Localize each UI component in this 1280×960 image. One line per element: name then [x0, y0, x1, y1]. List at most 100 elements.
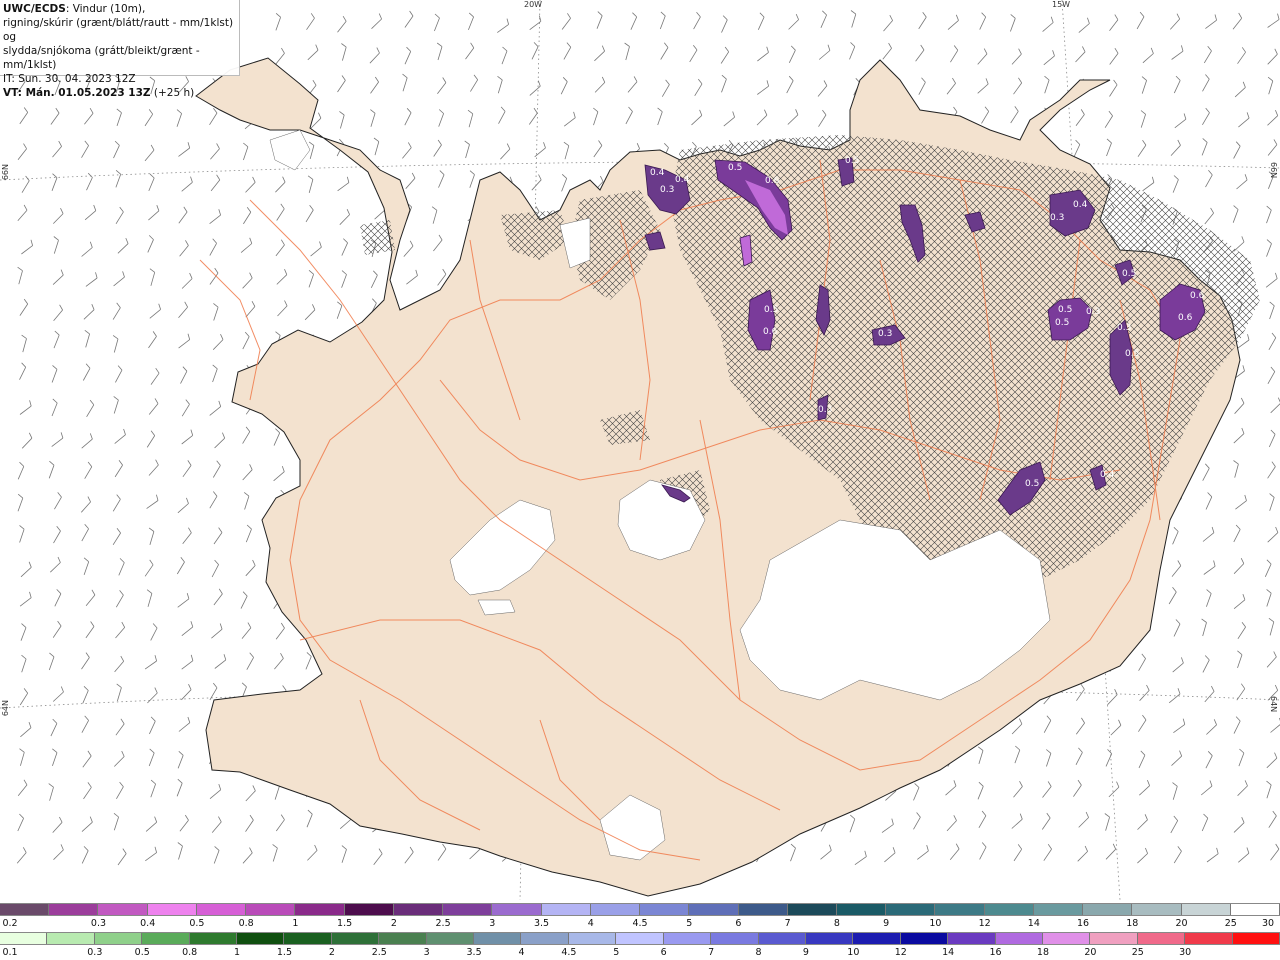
legend-swatch — [142, 933, 190, 944]
forecast-hour: (+25 h) — [150, 87, 195, 99]
legend-swatch — [541, 904, 591, 915]
legend-swatch — [47, 933, 95, 944]
legend-swatch — [189, 933, 238, 944]
legend-label: 1.5 — [276, 947, 292, 958]
legend-label: 2.5 — [371, 947, 387, 958]
legend-swatch — [984, 904, 1034, 915]
legend-label: 20 — [1175, 918, 1188, 929]
legend-swatch — [393, 904, 444, 915]
legend-label: 4 — [518, 947, 525, 958]
legend-swatch — [521, 933, 569, 944]
legend-swatch — [1232, 933, 1280, 944]
legend-swatch — [711, 933, 759, 944]
legend-swatch — [331, 933, 380, 944]
header-line-3: slydda/snjókoma (grátt/bleikt/grænt - mm… — [3, 45, 200, 71]
legend-label: 7 — [708, 947, 715, 958]
legend-label: 0.8 — [182, 947, 198, 958]
legend-label: 4.5 — [632, 918, 648, 929]
legend-label: 0.5 — [189, 918, 205, 929]
legend-swatch — [1083, 904, 1133, 915]
legend-label: 14 — [942, 947, 955, 958]
precip-value-label: 0.4 — [1100, 470, 1115, 480]
legend-label: 6 — [735, 918, 742, 929]
lat-label-66n-left: 66N — [1, 164, 10, 181]
precip-value-label: 0.3 — [818, 405, 832, 415]
legend-swatch — [443, 904, 493, 915]
model-name: UWC/ECDS — [3, 3, 66, 15]
legend-swatch — [344, 904, 394, 915]
legend-swatch — [295, 904, 345, 915]
legend-swatch — [1137, 933, 1186, 944]
legend-label: 30 — [1179, 947, 1192, 958]
legend-label: 0.8 — [238, 918, 254, 929]
precip-value-label: 0.6 — [763, 327, 778, 337]
lon-label-15w: 15W — [1052, 0, 1071, 9]
legend-label: 10 — [847, 947, 860, 958]
legend-label: 25 — [1131, 947, 1144, 958]
legend-swatch — [0, 904, 50, 915]
legend-label: 10 — [929, 918, 942, 929]
precip-value-label: 0.3 — [878, 329, 892, 339]
legend-swatch — [474, 933, 522, 944]
header-line-2: rigning/skúrir (grænt/blátt/rautt - mm/1… — [3, 17, 234, 43]
legend-label: 9 — [802, 947, 809, 958]
header-line-1: UWC/ECDS: Vindur (10m), — [3, 2, 236, 16]
precip-value-label: 0.5 — [845, 156, 859, 166]
legend-label: 8 — [755, 947, 762, 958]
precip-value-label: 0.3 — [660, 185, 674, 195]
legend-swatch — [284, 933, 332, 944]
valid-time: VT: Mán. 01.05.2023 13Z — [3, 87, 151, 99]
legend-swatch — [1042, 933, 1091, 944]
map-canvas: 0.50.40.60.30.40.50.50.60.30.5 0.30.60.50… — [0, 0, 1280, 900]
legend-label: 20 — [1084, 947, 1097, 958]
legend-swatch — [886, 904, 936, 915]
legend-label: 9 — [883, 918, 890, 929]
legend-swatch — [787, 904, 837, 915]
legend-swatch — [492, 904, 542, 915]
precip-value-label: 0.4 — [1073, 200, 1088, 210]
legend-swatch — [853, 933, 901, 944]
legend-swatch — [379, 933, 427, 944]
legend-label: 8 — [833, 918, 840, 929]
legend-label: 2.5 — [435, 918, 451, 929]
legend-label: 3 — [423, 947, 430, 958]
legend-label: 5 — [613, 947, 620, 958]
legend-swatch — [689, 904, 739, 915]
precip-value-label: 0.6 — [1190, 291, 1205, 301]
legend-label: 25 — [1224, 918, 1237, 929]
precip-value-label: 0.6 — [1178, 313, 1193, 323]
legend-rain-bar — [0, 932, 1280, 945]
legend-label: 16 — [1077, 918, 1090, 929]
legend-swatch — [590, 904, 641, 915]
legend-label: 1 — [234, 947, 241, 958]
legend-snow-labels: 0.2 0.3 0.4 0.5 0.8 1 1.5 2 2.5 3 3.5 4 4.5 5 6 7 8 9 10 12… — [0, 918, 1280, 930]
map-header: UWC/ECDS: Vindur (10m), rigning/skúrir (… — [0, 0, 240, 99]
precip-value-label: 0.4 — [650, 168, 665, 178]
precip-value-label: 0.6 — [765, 176, 780, 186]
precip-value-label: 0.3 — [1086, 307, 1100, 317]
precip-value-label: 0.4 — [675, 175, 690, 185]
legend-swatch — [1185, 933, 1233, 944]
legend-swatch — [836, 904, 887, 915]
legend-label: 1 — [292, 918, 299, 929]
legend-swatch — [196, 904, 247, 915]
legend-label: 0.1 — [2, 947, 18, 958]
legend-swatch — [1230, 904, 1280, 915]
legend-label: 16 — [989, 947, 1002, 958]
legend-swatch — [147, 904, 197, 915]
legend-swatch — [663, 933, 712, 944]
precip-value-label: 0.5 — [764, 305, 778, 315]
header-variable: : Vindur (10m), — [65, 3, 146, 15]
legend-label: 0.2 — [2, 918, 18, 929]
legend-swatch — [738, 904, 788, 915]
legend-swatch — [995, 933, 1043, 944]
legend-swatch — [935, 904, 985, 915]
legend-label: 5 — [686, 918, 693, 929]
legend-label: 12 — [978, 918, 991, 929]
legend-swatch — [1132, 904, 1182, 915]
legend-swatch — [758, 933, 806, 944]
lon-label-20w: 20W — [524, 0, 543, 9]
header-valid-time: VT: Mán. 01.05.2023 13Z (+25 h) — [3, 86, 236, 100]
legend-swatch — [640, 904, 690, 915]
legend-swatch — [616, 933, 664, 944]
